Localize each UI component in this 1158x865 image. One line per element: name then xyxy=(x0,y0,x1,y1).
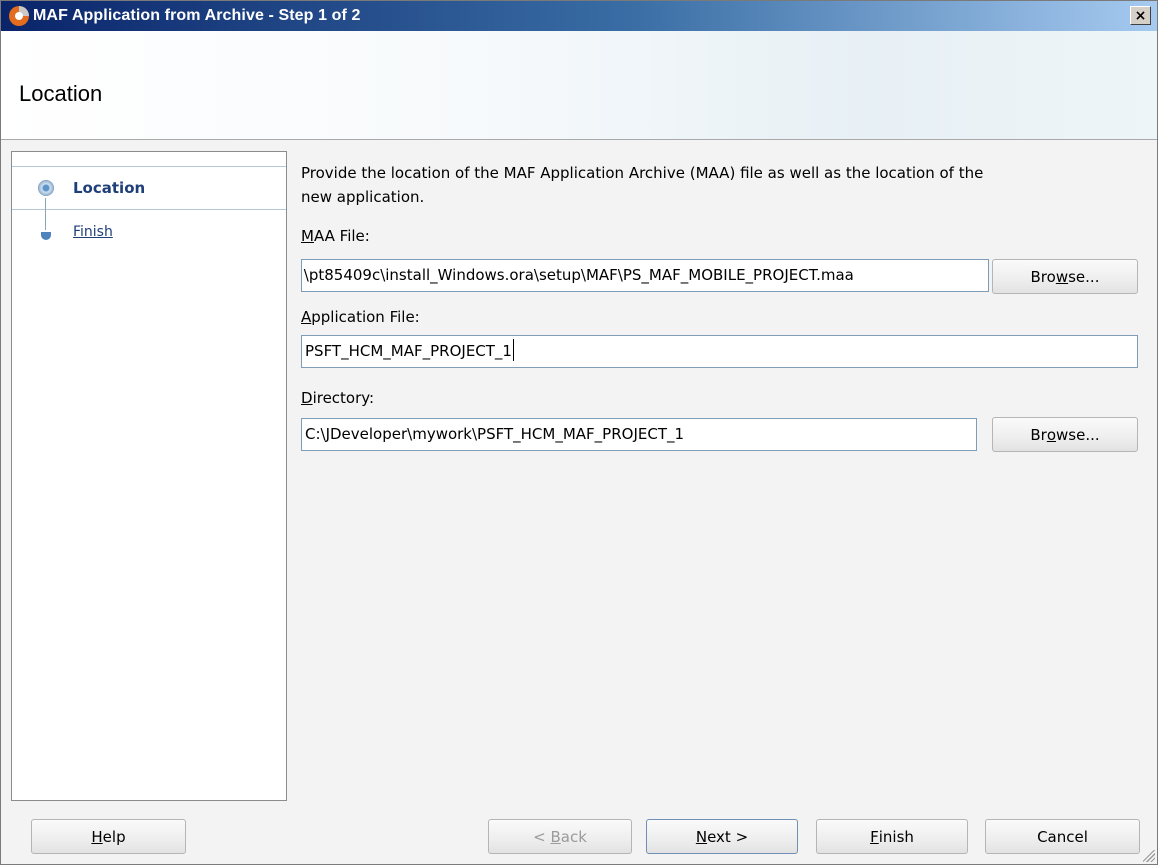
page-title: Location xyxy=(19,81,103,106)
jdeveloper-app-icon xyxy=(7,5,31,27)
maa-file-input[interactable]: ├ \pt85409c\install_Windows.ora\setup\MA… xyxy=(301,259,989,292)
maa-file-label: MAA File: xyxy=(301,227,370,245)
nav-item-finish[interactable]: Finish xyxy=(73,224,113,240)
nav-item-location[interactable]: Location xyxy=(73,179,145,197)
title-bar[interactable]: MAF Application from Archive - Step 1 of… xyxy=(1,1,1157,31)
window-title: MAF Application from Archive - Step 1 of… xyxy=(33,7,361,24)
help-button[interactable]: Help xyxy=(31,819,186,854)
current-step-icon xyxy=(38,180,54,196)
directory-label: Directory: xyxy=(301,389,375,407)
cancel-button[interactable]: Cancel xyxy=(985,819,1140,854)
close-icon: × xyxy=(1134,7,1147,24)
next-button[interactable]: Next > xyxy=(646,819,798,854)
content-panel: Provide the location of the MAF Applicat… xyxy=(289,151,1149,801)
directory-browse-button[interactable]: Br o wse... xyxy=(992,417,1138,452)
header-banner: Location xyxy=(1,31,1157,140)
text-caret xyxy=(512,339,514,361)
application-file-input[interactable]: PSFT_HCM_MAF_PROJECT_1 xyxy=(301,335,1138,368)
application-file-label: Application File: xyxy=(301,308,420,326)
back-button: < Back xyxy=(488,819,632,854)
dialog-window: MAF Application from Archive - Step 1 of… xyxy=(0,0,1158,865)
maa-browse-button[interactable]: Bro w se... xyxy=(992,259,1138,294)
instructions-text: Provide the location of the MAF Applicat… xyxy=(301,164,984,206)
close-button[interactable]: × xyxy=(1130,6,1151,25)
finish-button[interactable]: Finish xyxy=(816,819,968,854)
step-navigator: Location Finish xyxy=(11,151,287,801)
step-dot-icon xyxy=(41,232,51,240)
step-connector-line xyxy=(45,198,46,230)
directory-input[interactable]: C:\JDeveloper\mywork\PSFT_HCM_MAF_PROJEC… xyxy=(301,418,977,451)
resize-grip-icon[interactable] xyxy=(1143,850,1155,862)
